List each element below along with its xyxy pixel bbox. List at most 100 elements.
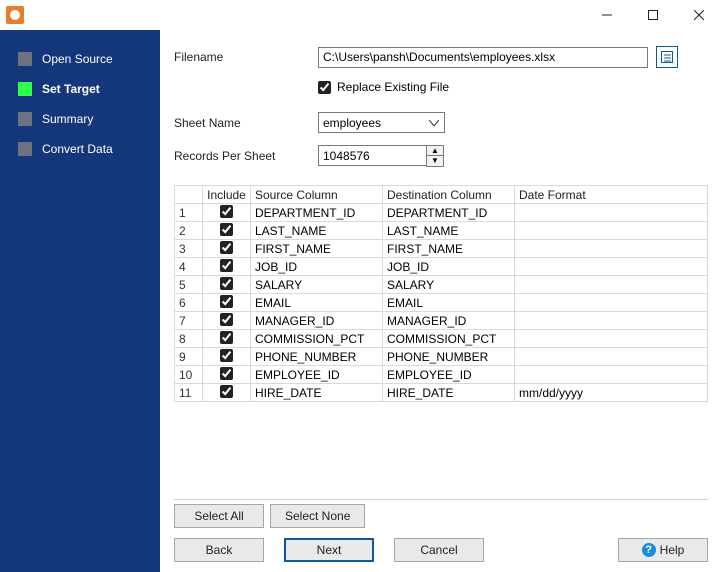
include-checkbox[interactable] xyxy=(220,205,233,218)
step-indicator-icon xyxy=(18,82,32,96)
row-number: 2 xyxy=(175,222,203,240)
dest-col-cell[interactable]: HIRE_DATE xyxy=(383,384,515,402)
include-checkbox[interactable] xyxy=(220,295,233,308)
date-format-cell[interactable]: mm/dd/yyyy xyxy=(515,384,708,402)
step-set-target[interactable]: Set Target xyxy=(0,74,160,104)
source-col-cell[interactable]: COMMISSION_PCT xyxy=(251,330,383,348)
table-row[interactable]: 8 COMMISSION_PCTCOMMISSION_PCT xyxy=(175,330,708,348)
help-label: Help xyxy=(660,543,685,557)
close-button[interactable] xyxy=(676,0,722,30)
dest-col-cell[interactable]: LAST_NAME xyxy=(383,222,515,240)
step-convert-data[interactable]: Convert Data xyxy=(0,134,160,164)
replace-existing-checkbox[interactable] xyxy=(318,81,331,94)
step-summary[interactable]: Summary xyxy=(0,104,160,134)
date-format-cell[interactable] xyxy=(515,276,708,294)
table-row[interactable]: 4 JOB_IDJOB_ID xyxy=(175,258,708,276)
browse-file-button[interactable] xyxy=(656,46,678,68)
dest-col-cell[interactable]: EMPLOYEE_ID xyxy=(383,366,515,384)
spinner-up-button[interactable]: ▲ xyxy=(427,146,443,156)
select-none-button[interactable]: Select None xyxy=(270,504,365,528)
date-format-cell[interactable] xyxy=(515,348,708,366)
source-col-cell[interactable]: LAST_NAME xyxy=(251,222,383,240)
row-number: 8 xyxy=(175,330,203,348)
back-button[interactable]: Back xyxy=(174,538,264,562)
row-number: 4 xyxy=(175,258,203,276)
include-checkbox[interactable] xyxy=(220,349,233,362)
include-checkbox[interactable] xyxy=(220,313,233,326)
records-per-sheet-input[interactable] xyxy=(318,145,426,166)
date-format-cell[interactable] xyxy=(515,312,708,330)
step-label: Open Source xyxy=(42,52,113,66)
step-label: Summary xyxy=(42,112,93,126)
cancel-button[interactable]: Cancel xyxy=(394,538,484,562)
date-format-cell[interactable] xyxy=(515,366,708,384)
sheet-name-label: Sheet Name xyxy=(174,116,318,130)
table-row[interactable]: 3 FIRST_NAMEFIRST_NAME xyxy=(175,240,708,258)
row-number: 1 xyxy=(175,204,203,222)
include-checkbox[interactable] xyxy=(220,223,233,236)
col-header-source[interactable]: Source Column xyxy=(251,186,383,204)
col-header-rownum[interactable] xyxy=(175,186,203,204)
table-row[interactable]: 2 LAST_NAMELAST_NAME xyxy=(175,222,708,240)
dest-col-cell[interactable]: JOB_ID xyxy=(383,258,515,276)
dest-col-cell[interactable]: EMAIL xyxy=(383,294,515,312)
step-indicator-icon xyxy=(18,52,32,66)
filename-input[interactable] xyxy=(318,47,648,68)
include-checkbox[interactable] xyxy=(220,331,233,344)
table-row[interactable]: 9 PHONE_NUMBERPHONE_NUMBER xyxy=(175,348,708,366)
source-col-cell[interactable]: MANAGER_ID xyxy=(251,312,383,330)
date-format-cell[interactable] xyxy=(515,294,708,312)
replace-existing-label: Replace Existing File xyxy=(337,80,449,94)
dest-col-cell[interactable]: DEPARTMENT_ID xyxy=(383,204,515,222)
dest-col-cell[interactable]: SALARY xyxy=(383,276,515,294)
select-all-button[interactable]: Select All xyxy=(174,504,264,528)
col-header-dest[interactable]: Destination Column xyxy=(383,186,515,204)
include-checkbox[interactable] xyxy=(220,367,233,380)
step-open-source[interactable]: Open Source xyxy=(0,44,160,74)
include-checkbox[interactable] xyxy=(220,259,233,272)
next-button[interactable]: Next xyxy=(284,538,374,562)
col-header-format[interactable]: Date Format xyxy=(515,186,708,204)
source-col-cell[interactable]: HIRE_DATE xyxy=(251,384,383,402)
dest-col-cell[interactable]: PHONE_NUMBER xyxy=(383,348,515,366)
date-format-cell[interactable] xyxy=(515,204,708,222)
source-col-cell[interactable]: SALARY xyxy=(251,276,383,294)
dest-col-cell[interactable]: FIRST_NAME xyxy=(383,240,515,258)
row-number: 7 xyxy=(175,312,203,330)
table-row[interactable]: 10EMPLOYEE_IDEMPLOYEE_ID xyxy=(175,366,708,384)
table-row[interactable]: 11HIRE_DATEHIRE_DATEmm/dd/yyyy xyxy=(175,384,708,402)
date-format-cell[interactable] xyxy=(515,258,708,276)
step-label: Convert Data xyxy=(42,142,113,156)
spinner-down-button[interactable]: ▼ xyxy=(427,156,443,166)
row-number: 5 xyxy=(175,276,203,294)
table-row[interactable]: 5 SALARYSALARY xyxy=(175,276,708,294)
source-col-cell[interactable]: EMPLOYEE_ID xyxy=(251,366,383,384)
filename-label: Filename xyxy=(174,50,318,64)
dest-col-cell[interactable]: MANAGER_ID xyxy=(383,312,515,330)
include-checkbox[interactable] xyxy=(220,241,233,254)
row-number: 9 xyxy=(175,348,203,366)
row-number: 3 xyxy=(175,240,203,258)
step-indicator-icon xyxy=(18,142,32,156)
app-icon xyxy=(6,6,24,24)
col-header-include[interactable]: Include xyxy=(203,186,251,204)
include-checkbox[interactable] xyxy=(220,385,233,398)
source-col-cell[interactable]: JOB_ID xyxy=(251,258,383,276)
table-row[interactable]: 7 MANAGER_IDMANAGER_ID xyxy=(175,312,708,330)
minimize-button[interactable] xyxy=(584,0,630,30)
dest-col-cell[interactable]: COMMISSION_PCT xyxy=(383,330,515,348)
date-format-cell[interactable] xyxy=(515,240,708,258)
source-col-cell[interactable]: DEPARTMENT_ID xyxy=(251,204,383,222)
date-format-cell[interactable] xyxy=(515,330,708,348)
source-col-cell[interactable]: EMAIL xyxy=(251,294,383,312)
source-col-cell[interactable]: PHONE_NUMBER xyxy=(251,348,383,366)
date-format-cell[interactable] xyxy=(515,222,708,240)
source-col-cell[interactable]: FIRST_NAME xyxy=(251,240,383,258)
table-row[interactable]: 1 DEPARTMENT_IDDEPARTMENT_ID xyxy=(175,204,708,222)
sheet-name-select[interactable]: employees xyxy=(318,112,445,133)
include-checkbox[interactable] xyxy=(220,277,233,290)
row-number: 6 xyxy=(175,294,203,312)
maximize-button[interactable] xyxy=(630,0,676,30)
table-row[interactable]: 6 EMAILEMAIL xyxy=(175,294,708,312)
help-button[interactable]: ? Help xyxy=(618,538,708,562)
